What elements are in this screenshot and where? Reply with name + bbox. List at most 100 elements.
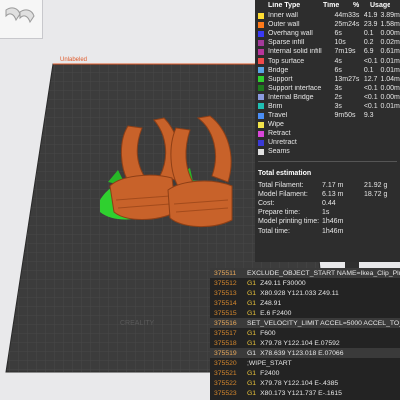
percent-value: 41.9 [363,12,378,20]
color-swatch-icon [258,121,264,128]
color-swatch-icon [258,58,264,65]
gcode-line[interactable]: 375518 G1 X79.78 Y122.104 E.07592 [210,338,400,348]
usage-value: 1.04m [380,75,400,83]
time-value: 3s [334,102,342,110]
color-swatch-icon [258,148,264,155]
gcode-line-number: 375515 [214,309,237,317]
legend-row[interactable]: Outer wall 25m24s 23.9 1.58m [255,20,400,29]
estimation-value: 0.44 [322,199,336,207]
legend-row[interactable]: Internal Bridge 2s <0.1 0.00m [255,93,400,102]
usage-value: 0.00m [380,30,400,38]
legend-row[interactable]: Retract [255,129,400,138]
line-type-label: Sparse infill [268,39,305,47]
line-type-label: Support interface [268,84,322,92]
estimation-row: Cost: 0.44 [255,199,400,208]
legend-row[interactable]: Brim 3s <0.1 0.01m [255,102,400,111]
gcode-params: SET_VELOCITY_LIMIT ACCEL=5000 ACCEL_TO_D… [247,319,400,327]
time-value: 44m33s [334,12,360,20]
legend-row[interactable]: Support 13m27s 12.7 1.04m [255,75,400,84]
time-value: 10s [334,39,346,47]
gcode-line[interactable]: 375522 G1 X79.78 Y122.104 E-.4385 [210,378,400,388]
gcode-line[interactable]: 375523 G1 X80.173 Y121.737 E-.1615 [210,388,400,398]
estimation-label: Prepare time: [258,209,301,217]
gcode-command: G1 [247,379,257,387]
color-swatch-icon [258,112,264,119]
legend-row[interactable]: Internal solid infill 7m19s 6.9 0.61m [255,47,400,56]
percent-value: <0.1 [363,93,378,101]
legend-row[interactable]: Inner wall 44m33s 41.9 3.89m [255,11,400,20]
gcode-line[interactable]: 375516 SET_VELOCITY_LIMIT ACCEL=5000 ACCE… [210,318,400,328]
estimation-title: Total estimation [258,169,312,177]
gcode-line-number: 375513 [214,289,237,297]
gcode-command: G1 [247,339,257,347]
gcode-viewer[interactable]: 375511 EXCLUDE_OBJECT_START NAME=Ikea_Cli… [210,268,400,400]
gcode-line[interactable]: 375515 G1 E.6 F2400 [210,308,400,318]
gcode-line-number: 375523 [214,389,237,397]
line-type-label: Unretract [268,139,297,147]
plate-brand: CREALITY [120,320,155,327]
estimation-value: 6.13 m [322,190,344,198]
line-type-label: Internal solid infill [268,48,322,56]
plate-label: Unlabeled [60,57,87,63]
legend-row[interactable]: Seams [255,147,400,156]
legend-row[interactable]: Bridge 6s 0.1 0.01m [255,66,400,75]
legend-row[interactable]: Sparse infill 10s 0.2 0.02m [255,38,400,47]
estimation-row: Total Filament: 7.17 m 21.92 g [255,181,400,190]
color-swatch-icon [258,67,264,74]
gcode-command: G1 [247,349,257,357]
gcode-command: G1 [247,389,257,397]
estimation-label: Cost: [258,199,275,207]
color-swatch-icon [258,39,264,46]
time-value: 25m24s [334,21,360,29]
line-type-label: Outer wall [268,21,300,29]
color-swatch-icon [258,94,264,101]
gcode-line-number: 375514 [214,299,237,307]
time-value: 9m50s [334,112,356,120]
header-usage: Usage [370,2,390,9]
estimation-label: Model printing time: [258,218,320,226]
gcode-line[interactable]: 375517 G1 F600 [210,328,400,338]
gcode-line[interactable]: 375513 G1 X80.928 Y121.033 Z49.11 [210,288,400,298]
gcode-params: Z49.11 F30000 [260,279,306,287]
estimation-value-secondary: 21.92 g [364,181,388,189]
legend-row[interactable]: Unretract [255,138,400,147]
line-type-label: Wipe [268,121,284,129]
header-line-type: Line Type [268,2,301,9]
percent-value: 0.1 [363,66,374,74]
gcode-line-number: 375512 [214,279,237,287]
gcode-line[interactable]: 375511 EXCLUDE_OBJECT_START NAME=Ikea_Cli… [210,268,400,278]
gcode-line-number: 375517 [214,329,237,337]
estimation-label: Total Filament: [258,181,304,189]
percent-value: 0.1 [363,30,374,38]
line-type-label: Overhang wall [268,30,313,38]
percent-value: 12.7 [363,75,378,83]
time-value: 2s [334,93,342,101]
header-percent: % [353,2,360,9]
gcode-params: X79.78 Y122.104 E.07592 [260,339,340,347]
line-type-label: Inner wall [268,12,298,20]
time-value: 6s [334,66,342,74]
percent-value: <0.1 [363,84,378,92]
usage-value: 0.01m [380,66,400,74]
estimation-value: 1h46m [322,227,344,235]
estimation-value: 1h46m [322,218,344,226]
gcode-params: EXCLUDE_OBJECT_START NAME=Ikea_Clip_Plus… [247,269,400,277]
gcode-line-number: 375522 [214,379,237,387]
line-type-label: Bridge [268,66,289,74]
gcode-command: G1 [247,369,257,377]
gcode-line[interactable]: 375519 G1 X78.639 Y123.018 E.07066 [210,348,400,358]
gcode-line[interactable]: 375512 G1 Z49.11 F30000 [210,278,400,288]
legend-row[interactable]: Wipe [255,120,400,129]
gcode-line-number: 375520 [214,359,237,367]
gcode-line[interactable]: 375521 G1 F2400 [210,368,400,378]
legend-row[interactable]: Travel 9m50s 9.3 [255,111,400,120]
gcode-line-number: 375516 [214,319,237,327]
gcode-line[interactable]: 375514 G1 Z48.91 [210,298,400,308]
gcode-params: F600 [260,329,276,337]
percent-value: <0.1 [363,102,378,110]
legend-row[interactable]: Top surface 4s <0.1 0.01m [255,56,400,65]
gcode-line[interactable]: 375520 ;WIPE_START [210,358,400,368]
estimation-value: 1s [322,209,330,217]
legend-row[interactable]: Overhang wall 6s 0.1 0.00m [255,29,400,38]
legend-row[interactable]: Support interface 3s <0.1 0.00m [255,84,400,93]
